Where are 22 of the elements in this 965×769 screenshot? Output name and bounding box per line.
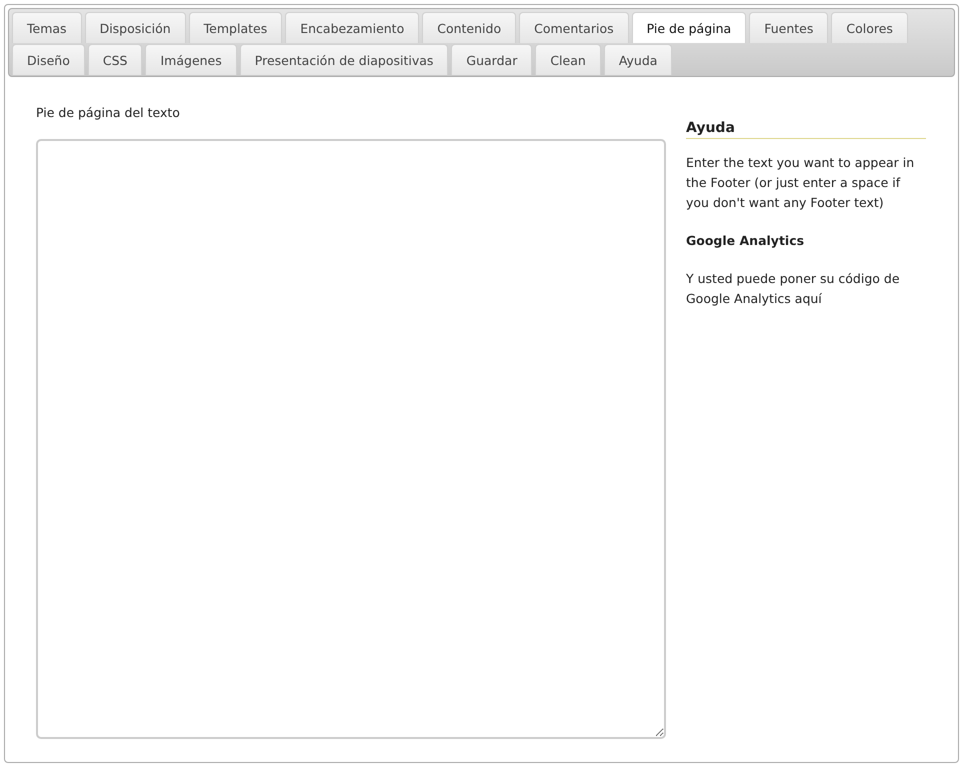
tab[interactable]: Ayuda bbox=[604, 44, 672, 75]
tab[interactable]: Colores bbox=[831, 12, 908, 43]
tab[interactable]: Guardar bbox=[451, 44, 532, 75]
help-text: Y usted puede poner su código de Google Analytics aquí bbox=[686, 270, 901, 308]
help-text: Enter the text you want to appear in the Footer (or just enter a space if you don't want any Footer text) bbox=[686, 154, 916, 212]
tab[interactable]: Encabezamiento bbox=[285, 12, 420, 43]
tab[interactable]: Diseño bbox=[12, 44, 85, 75]
footer-text-field[interactable] bbox=[36, 139, 666, 739]
tab[interactable]: Comentarios bbox=[519, 12, 629, 43]
field-label: Pie de página del texto bbox=[36, 105, 181, 120]
help-heading: Google Analytics bbox=[686, 232, 806, 250]
tab[interactable]: Contenido bbox=[422, 12, 516, 43]
help-title: Ayuda bbox=[686, 120, 926, 139]
tab[interactable]: Fuentes bbox=[749, 12, 828, 43]
tab[interactable]: Temas bbox=[12, 12, 82, 43]
tab[interactable]: CSS bbox=[88, 44, 142, 75]
tab[interactable]: Imágenes bbox=[145, 44, 237, 75]
tab[interactable]: Clean bbox=[535, 44, 601, 75]
tab[interactable]: Presentación de diapositivas bbox=[240, 44, 448, 75]
tab[interactable]: Pie de página bbox=[632, 12, 746, 43]
tab[interactable]: Templates bbox=[188, 12, 282, 43]
tab[interactable]: Disposición bbox=[84, 12, 186, 43]
